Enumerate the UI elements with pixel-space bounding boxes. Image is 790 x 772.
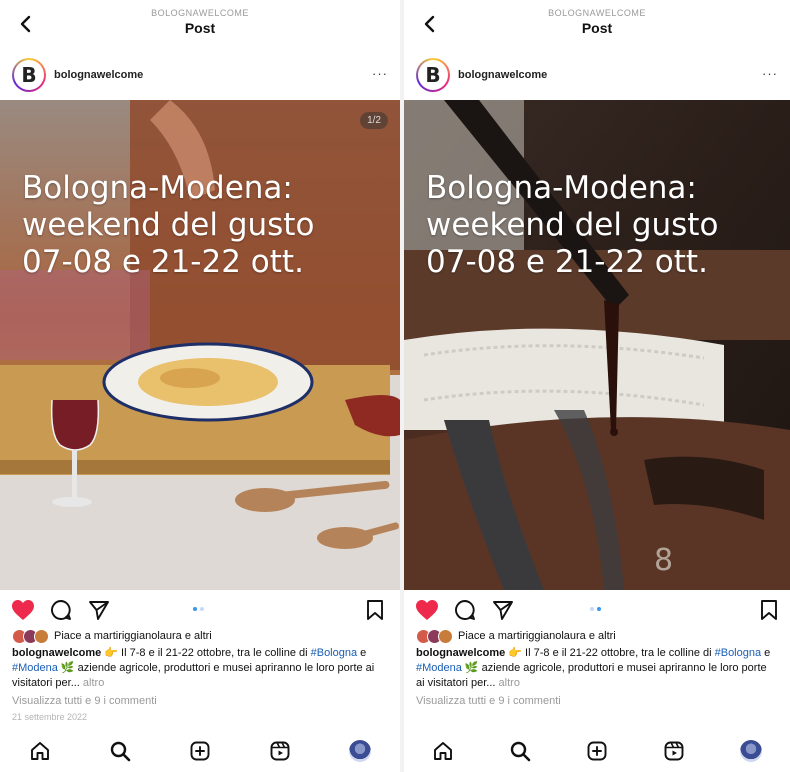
caption-text: e (761, 647, 771, 659)
carousel-dot (200, 607, 204, 611)
post-header: B bolognawelcome ··· (0, 50, 400, 100)
hashtag-link[interactable]: #Modena (12, 662, 58, 674)
liker-avatars (12, 628, 49, 644)
image-overlay-text: Bologna-Modena: weekend del gusto 07-08 … (426, 170, 718, 281)
liker-avatar (34, 628, 49, 644)
action-bar (404, 590, 790, 628)
carousel-dot (590, 607, 594, 611)
page-title: Post (184, 20, 216, 36)
avatar[interactable]: B (12, 58, 46, 92)
caption-text: e (357, 647, 367, 659)
screenshot-pair: BOLOGNAWELCOME Post B bolognawelcome ··· (0, 0, 790, 772)
caption-username[interactable]: bolognawelcome (416, 647, 505, 659)
overlay-line: Bologna-Modena: (426, 170, 697, 206)
search-icon[interactable] (107, 738, 133, 764)
bookmark-icon[interactable] (756, 597, 782, 623)
bottom-tab-bar (0, 730, 400, 772)
post-date: 21 settembre 2022 (12, 712, 88, 722)
likes-text: Piace a martiriggianolaura e altri (458, 630, 616, 642)
comment-icon[interactable] (48, 597, 74, 623)
more-link[interactable]: altro (83, 677, 104, 689)
likes-row[interactable]: Piace a martiriggianolaura e altri (404, 628, 790, 644)
hashtag-link[interactable]: #Bologna (715, 647, 762, 659)
post-username[interactable]: bolognawelcome (458, 69, 547, 81)
svg-text:8: 8 (654, 543, 673, 578)
image-overlay-text: Bologna-Modena: weekend del gusto 07-08 … (22, 170, 314, 281)
caption-text: 🌿 aziende agricole, produttori e musei a… (12, 662, 375, 689)
post-image[interactable]: 1/2 Bologna-Modena: weekend del gusto 07… (0, 100, 400, 590)
top-account-label: BOLOGNAWELCOME (548, 8, 646, 18)
post-screen-right: BOLOGNAWELCOME Post B bolognawelcome ··· (400, 0, 790, 772)
overlay-line: 07-08 e 21-22 ott. (22, 244, 304, 280)
post-image[interactable]: 8 Bologna-Modena: weekend del gusto 07-0… (404, 100, 790, 590)
home-icon[interactable] (27, 738, 53, 764)
search-icon[interactable] (507, 738, 533, 764)
carousel-dot-active (193, 607, 197, 611)
carousel-indicator (193, 607, 204, 611)
heart-icon[interactable] (10, 597, 36, 623)
overlay-line: weekend del gusto (22, 207, 315, 243)
post-caption: bolognawelcome 👉 Il 7-8 e il 21-22 ottob… (0, 644, 400, 691)
send-icon[interactable] (490, 597, 516, 623)
send-icon[interactable] (86, 597, 112, 623)
post-screen-left: BOLOGNAWELCOME Post B bolognawelcome ··· (0, 0, 400, 772)
home-icon[interactable] (430, 738, 456, 764)
plus-square-icon[interactable] (187, 738, 213, 764)
post-caption: bolognawelcome 👉 Il 7-8 e il 21-22 ottob… (404, 644, 790, 691)
profile-avatar[interactable] (738, 738, 764, 764)
avatar-logo: B (14, 60, 44, 90)
reels-icon[interactable] (267, 738, 293, 764)
reels-icon[interactable] (661, 738, 687, 764)
heart-icon[interactable] (414, 597, 440, 623)
caption-text: 👉 Il 7-8 e il 21-22 ottobre, tra le coll… (505, 647, 715, 659)
bookmark-icon[interactable] (362, 597, 388, 623)
hashtag-link[interactable]: #Bologna (311, 647, 358, 659)
more-link[interactable]: altro (499, 677, 520, 689)
carousel-dot-active (597, 607, 601, 611)
carousel-indicator (590, 607, 601, 611)
avatar[interactable]: B (416, 58, 450, 92)
plus-square-icon[interactable] (584, 738, 610, 764)
top-bar: BOLOGNAWELCOME Post (0, 0, 400, 50)
profile-avatar[interactable] (347, 738, 373, 764)
avatar-logo: B (418, 60, 448, 90)
caption-username[interactable]: bolognawelcome (12, 647, 101, 659)
overlay-line: Bologna-Modena: (22, 170, 293, 206)
liker-avatars (416, 628, 453, 644)
post-username[interactable]: bolognawelcome (54, 69, 143, 81)
caption-text: 👉 Il 7-8 e il 21-22 ottobre, tra le coll… (101, 647, 311, 659)
top-title-block: BOLOGNAWELCOME Post (0, 8, 400, 37)
post-header: B bolognawelcome ··· (404, 50, 790, 100)
likes-text: Piace a martiriggianolaura e altri (54, 630, 212, 642)
top-title-block: BOLOGNAWELCOME Post (404, 8, 790, 37)
more-options-icon[interactable]: ··· (762, 66, 778, 81)
more-options-icon[interactable]: ··· (372, 66, 388, 81)
overlay-line: weekend del gusto (426, 207, 719, 243)
comment-icon[interactable] (452, 597, 478, 623)
hashtag-link[interactable]: #Modena (416, 662, 462, 674)
liker-avatar (438, 628, 453, 644)
caption-text: 🌿 aziende agricole, produttori e musei a… (416, 662, 767, 689)
top-bar: BOLOGNAWELCOME Post (404, 0, 790, 50)
view-comments-link[interactable]: Visualizza tutti e 9 i commenti (0, 691, 400, 709)
action-bar (0, 590, 400, 628)
view-comments-link[interactable]: Visualizza tutti e 9 i commenti (404, 691, 790, 709)
bottom-tab-bar (404, 730, 790, 772)
image-counter: 1/2 (360, 112, 388, 129)
top-account-label: BOLOGNAWELCOME (151, 8, 249, 18)
likes-row[interactable]: Piace a martiriggianolaura e altri (0, 628, 400, 644)
overlay-line: 07-08 e 21-22 ott. (426, 244, 708, 280)
page-title: Post (581, 20, 613, 36)
